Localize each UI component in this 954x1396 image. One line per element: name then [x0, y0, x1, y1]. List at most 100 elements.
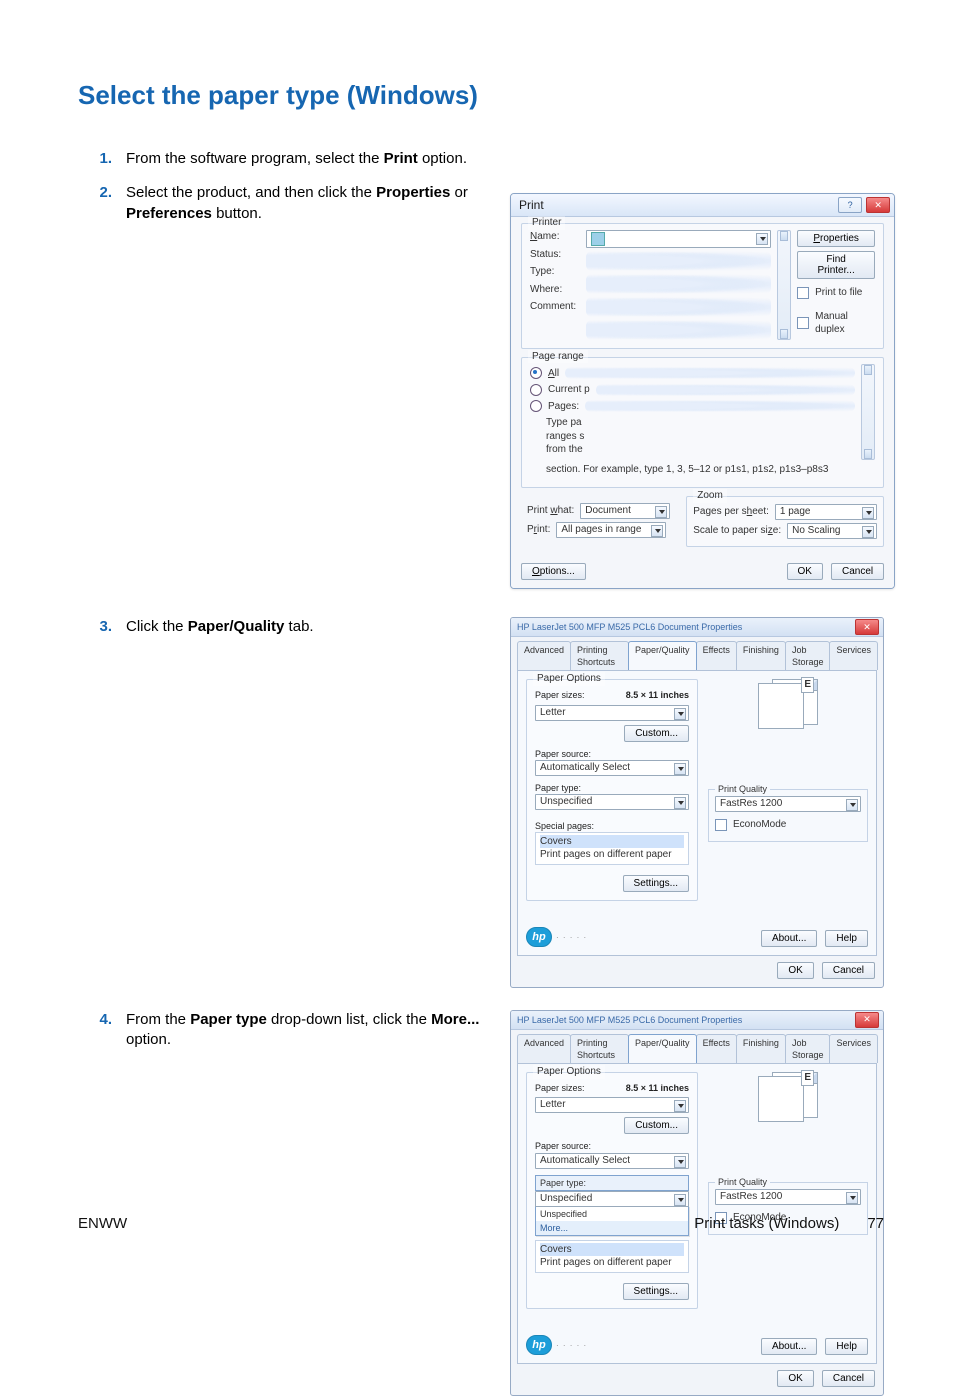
tab-job-storage[interactable]: Job Storage — [785, 641, 831, 670]
printer-name-dropdown[interactable] — [586, 230, 771, 248]
label-print: Print: — [527, 523, 550, 537]
cancel-button[interactable]: Cancel — [822, 1370, 875, 1387]
tab-paper-quality[interactable]: Paper/Quality — [628, 641, 697, 670]
print-range-dropdown[interactable]: All pages in range — [556, 522, 666, 538]
manual-duplex-checkbox[interactable]: Manual duplex — [797, 310, 875, 337]
properties-dialog-step4: HP LaserJet 500 MFP M525 PCL6 Document P… — [510, 1010, 884, 1396]
print-quality-dropdown[interactable]: FastRes 1200 — [715, 796, 861, 812]
ok-button[interactable]: OK — [777, 962, 813, 979]
about-button[interactable]: About... — [761, 1338, 817, 1355]
legend-printer: Printer — [528, 216, 565, 230]
legend-paper-options: Paper Options — [533, 672, 605, 686]
print-quality-dropdown[interactable]: FastRes 1200 — [715, 1189, 861, 1205]
page-range-truncated: Type pa ranges s from the — [530, 416, 855, 457]
special-pages-diff-paper: Print pages on different paper — [540, 848, 684, 862]
special-pages-list[interactable]: Covers Print pages on different paper — [535, 1240, 689, 1273]
pages-per-sheet-dropdown[interactable]: 1 page — [775, 504, 877, 520]
paper-source-dropdown[interactable]: Automatically Select — [535, 1153, 689, 1169]
print-dialog: Print ? ✕ Printer Name: — [510, 193, 895, 589]
close-icon[interactable]: ✕ — [866, 197, 890, 213]
paper-preview-icon: E — [758, 1072, 818, 1122]
radio-pages[interactable]: Pages: — [530, 400, 855, 414]
custom-button[interactable]: Custom... — [624, 1117, 689, 1134]
tab-services[interactable]: Services — [829, 1034, 878, 1063]
blurred-value — [586, 320, 771, 340]
help-button[interactable]: Help — [825, 930, 868, 947]
print-what-section: Print what: Document Print: All pages in… — [521, 496, 676, 545]
step-4-post: option. — [126, 1031, 171, 1048]
group-zoom: Zoom Pages per sheet: 1 page Scale to pa… — [686, 496, 884, 547]
tab-printing-shortcuts[interactable]: Printing Shortcuts — [570, 1034, 629, 1063]
tab-advanced[interactable]: Advanced — [517, 1034, 571, 1063]
tabbar: Advanced Printing Shortcuts Paper/Qualit… — [511, 1030, 883, 1063]
tab-printing-shortcuts[interactable]: Printing Shortcuts — [570, 641, 629, 670]
step-3-bold: Paper/Quality — [188, 618, 285, 635]
print-to-file-label: Print to file — [815, 286, 862, 300]
economode-label: EconoMode — [733, 818, 786, 832]
paper-type-dropdown[interactable]: Unspecified — [535, 794, 689, 810]
settings-button[interactable]: Settings... — [623, 875, 689, 892]
properties-button[interactable]: Properties — [797, 230, 875, 247]
custom-button[interactable]: Custom... — [624, 725, 689, 742]
paper-source-dropdown[interactable]: Automatically Select — [535, 760, 689, 776]
radio-all[interactable]: All — [530, 367, 855, 381]
tab-job-storage[interactable]: Job Storage — [785, 1034, 831, 1063]
step-3: 3. Click the Paper/Quality tab. — [78, 617, 498, 637]
special-pages-covers: Covers — [540, 1243, 684, 1257]
tab-finishing[interactable]: Finishing — [736, 641, 786, 670]
cancel-button[interactable]: Cancel — [831, 563, 884, 580]
special-pages-list[interactable]: Covers Print pages on different paper — [535, 832, 689, 865]
step-1-pre: From the software program, select the — [126, 150, 384, 167]
print-what-dropdown[interactable]: Document — [580, 503, 670, 519]
hp-logo-icon: hp — [526, 1335, 587, 1355]
step-number: 1. — [78, 149, 126, 169]
ok-button[interactable]: OK — [777, 1370, 813, 1387]
settings-button[interactable]: Settings... — [623, 1283, 689, 1300]
label-status: Status: — [530, 248, 580, 262]
find-printer-button[interactable]: Find Printer... — [797, 251, 875, 279]
group-page-range: Page range All Current p Pages: Type pa … — [521, 357, 884, 489]
tab-paper-quality[interactable]: Paper/Quality — [628, 1034, 697, 1063]
legend-zoom: Zoom — [693, 489, 727, 503]
footer-left: ENWW — [78, 1214, 127, 1234]
ok-button[interactable]: OK — [787, 563, 823, 580]
label-special-pages: Special pages: — [535, 820, 689, 832]
step-4: 4. From the Paper type drop-down list, c… — [78, 1010, 498, 1051]
blurred-value — [586, 251, 771, 271]
label-where: Where: — [530, 283, 580, 297]
economode-checkbox[interactable]: EconoMode — [715, 818, 861, 832]
step-1-bold: Print — [384, 150, 418, 167]
group-printer: Printer Name: Status: Type: Where: Comme… — [521, 223, 884, 349]
group-print-quality: Print Quality FastRes 1200 EconoMode — [708, 789, 868, 842]
scrollbar[interactable] — [861, 364, 875, 460]
step-number: 2. — [78, 183, 126, 203]
tab-effects[interactable]: Effects — [696, 1034, 737, 1063]
radio-current[interactable]: Current p — [530, 383, 855, 397]
step-2-pre: Select the product, and then click the — [126, 184, 376, 201]
close-icon[interactable]: ✕ — [855, 1012, 879, 1028]
properties-dialog-step3: HP LaserJet 500 MFP M525 PCL6 Document P… — [510, 617, 884, 988]
step-number: 3. — [78, 617, 126, 637]
about-button[interactable]: About... — [761, 930, 817, 947]
help-button[interactable]: Help — [825, 1338, 868, 1355]
paper-size-dropdown[interactable]: Letter — [535, 1097, 689, 1113]
footer-section: Print tasks (Windows) — [694, 1214, 839, 1234]
options-button[interactable]: Options... — [521, 563, 586, 580]
tab-finishing[interactable]: Finishing — [736, 1034, 786, 1063]
cancel-button[interactable]: Cancel — [822, 962, 875, 979]
scale-to-paper-dropdown[interactable]: No Scaling — [787, 523, 877, 539]
page-footer: ENWW Print tasks (Windows) 77 — [78, 1214, 884, 1234]
close-icon[interactable]: ✕ — [855, 619, 879, 635]
tab-services[interactable]: Services — [829, 641, 878, 670]
paper-type-dropdown[interactable]: Unspecified — [535, 1191, 689, 1207]
label-scale: Scale to paper size: — [693, 524, 781, 538]
hp-logo-icon: hp — [526, 927, 587, 947]
paper-size-dropdown[interactable]: Letter — [535, 705, 689, 721]
special-pages-covers: Covers — [540, 835, 684, 849]
print-to-file-checkbox[interactable]: Print to file — [797, 286, 875, 300]
tab-advanced[interactable]: Advanced — [517, 641, 571, 670]
scrollbar[interactable] — [777, 230, 791, 340]
help-icon[interactable]: ? — [838, 197, 862, 213]
label-comment: Comment: — [530, 300, 580, 314]
tab-effects[interactable]: Effects — [696, 641, 737, 670]
